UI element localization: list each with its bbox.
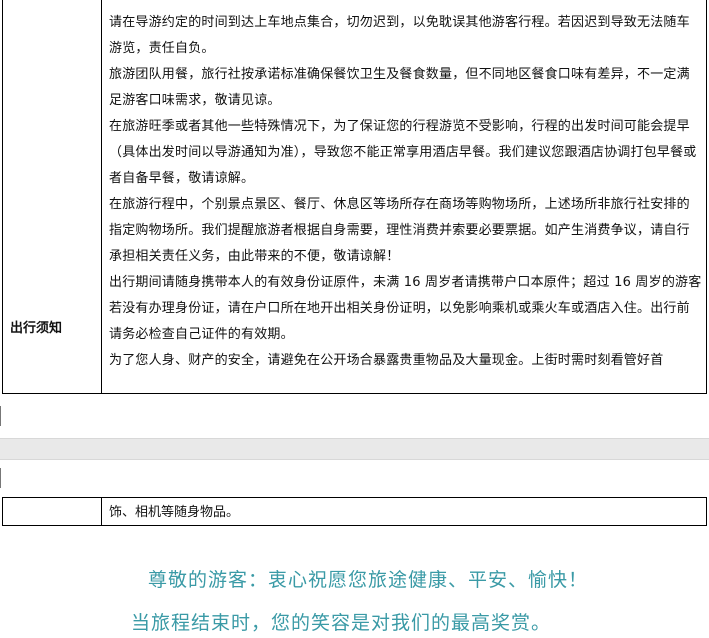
page-break-divider	[0, 438, 709, 460]
notice-paragraph-id-documents: 出行期间请随身携带本人的有效身份证原件，未满 16 周岁者请携带户口本原件；超过…	[109, 275, 702, 342]
label-cell: 出行须知	[3, 0, 102, 393]
document-page: 出行须知 请在导游约定的时间到达上车地点集合，切勿迟到，以免耽误其他游客行程。若…	[0, 0, 709, 638]
notice-paragraph-early-departure: 在旅游旺季或者其他一些特殊情况下，为了保证您的行程游览不受影响，行程的出发时间可…	[109, 119, 697, 186]
page-margin-marker	[0, 468, 1, 488]
notice-paragraph-safety: 为了您人身、财产的安全，请避免在公开场合暴露贵重物品及大量现金。上街时需时刻看管…	[109, 353, 664, 368]
notice-paragraph-punctuality: 请在导游约定的时间到达上车地点集合，切勿迟到，以免耽误其他游客行程。若因迟到导致…	[109, 15, 690, 56]
travel-notice-table: 出行须知 请在导游约定的时间到达上车地点集合，切勿迟到，以免耽误其他游客行程。若…	[2, 0, 707, 394]
notice-paragraph-meals: 旅游团队用餐，旅行社按承诺标准确保餐饮卫生及餐食数量，但不同地区餐食口味有差异，…	[109, 67, 690, 108]
continued-paragraph: 饰、相机等随身物品。	[109, 505, 240, 520]
content-cell: 请在导游约定的时间到达上车地点集合，切勿迟到，以免耽误其他游客行程。若因迟到导致…	[102, 0, 706, 393]
section-label: 出行须知	[10, 321, 63, 336]
notice-paragraph-shopping: 在旅游行程中，个别景点景区、餐厅、休息区等场所存在商场等购物场所，上述场所非旅行…	[109, 197, 690, 264]
closing-greeting: 尊敬的游客：衷心祝愿您旅途健康、平安、愉快！	[148, 569, 589, 591]
label-cell	[3, 498, 102, 525]
page-margin-marker	[0, 406, 1, 426]
travel-notice-table-continued: 饰、相机等随身物品。	[2, 497, 707, 526]
closing-message: 当旅程结束时，您的笑容是对我们的最高奖赏。	[131, 612, 552, 634]
